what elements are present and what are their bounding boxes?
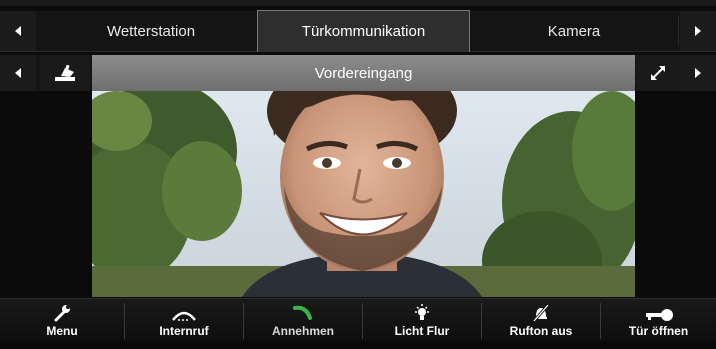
camera-title: Vordereingang — [92, 55, 635, 91]
rufton-aus-button[interactable]: Rufton aus — [482, 299, 600, 342]
triangle-right-icon — [695, 26, 701, 36]
menu-button[interactable]: Menu — [0, 299, 124, 342]
triangle-right-icon — [695, 68, 701, 78]
bottom-border — [0, 341, 716, 349]
rufton-aus-label: Rufton aus — [509, 324, 573, 338]
triangle-left-icon — [15, 26, 21, 36]
camera-select-button[interactable] — [40, 55, 90, 91]
action-bar: Menu Internruf Annehmen Licht Flur Rufto… — [0, 298, 716, 342]
tab-next-button[interactable] — [680, 11, 716, 51]
camera-video-feed[interactable] — [92, 91, 635, 297]
triangle-left-icon — [15, 68, 21, 78]
key-icon — [645, 309, 673, 321]
camera-title-bar: Vordereingang — [0, 55, 716, 91]
intercom-handset-icon — [172, 311, 196, 321]
video-area — [0, 91, 716, 297]
camera-prev-button[interactable] — [0, 55, 36, 91]
expand-arrows-icon — [651, 66, 665, 80]
licht-flur-label: Licht Flur — [394, 324, 450, 338]
tuer-oeffnen-button[interactable]: Tür öffnen — [601, 299, 716, 342]
bell-muted-icon — [532, 304, 550, 322]
tab-kamera[interactable]: Kamera — [470, 11, 678, 51]
camera-next-button[interactable] — [680, 55, 716, 91]
divider — [678, 17, 679, 45]
accept-call-icon — [293, 305, 312, 320]
tab-tuerkommunikation[interactable]: Türkommunikation — [257, 10, 470, 52]
annehmen-button[interactable]: Annehmen — [244, 299, 362, 342]
licht-flur-button[interactable]: Licht Flur — [363, 299, 481, 342]
wrench-icon — [54, 305, 70, 322]
menu-label: Menu — [46, 324, 78, 338]
internruf-button[interactable]: Internruf — [125, 299, 243, 342]
security-camera-icon — [55, 64, 75, 81]
tab-bar: Wetterstation Türkommunikation Kamera — [0, 10, 716, 52]
tab-prev-button[interactable] — [0, 11, 36, 51]
internruf-label: Internruf — [159, 324, 209, 338]
tuer-oeffnen-label: Tür öffnen — [628, 324, 689, 338]
annehmen-label: Annehmen — [271, 324, 334, 338]
fullscreen-button[interactable] — [636, 55, 680, 91]
visitor-video-image — [92, 91, 635, 297]
light-bulb-icon — [415, 304, 429, 320]
top-border — [0, 0, 716, 6]
tab-wetterstation[interactable]: Wetterstation — [44, 11, 258, 51]
